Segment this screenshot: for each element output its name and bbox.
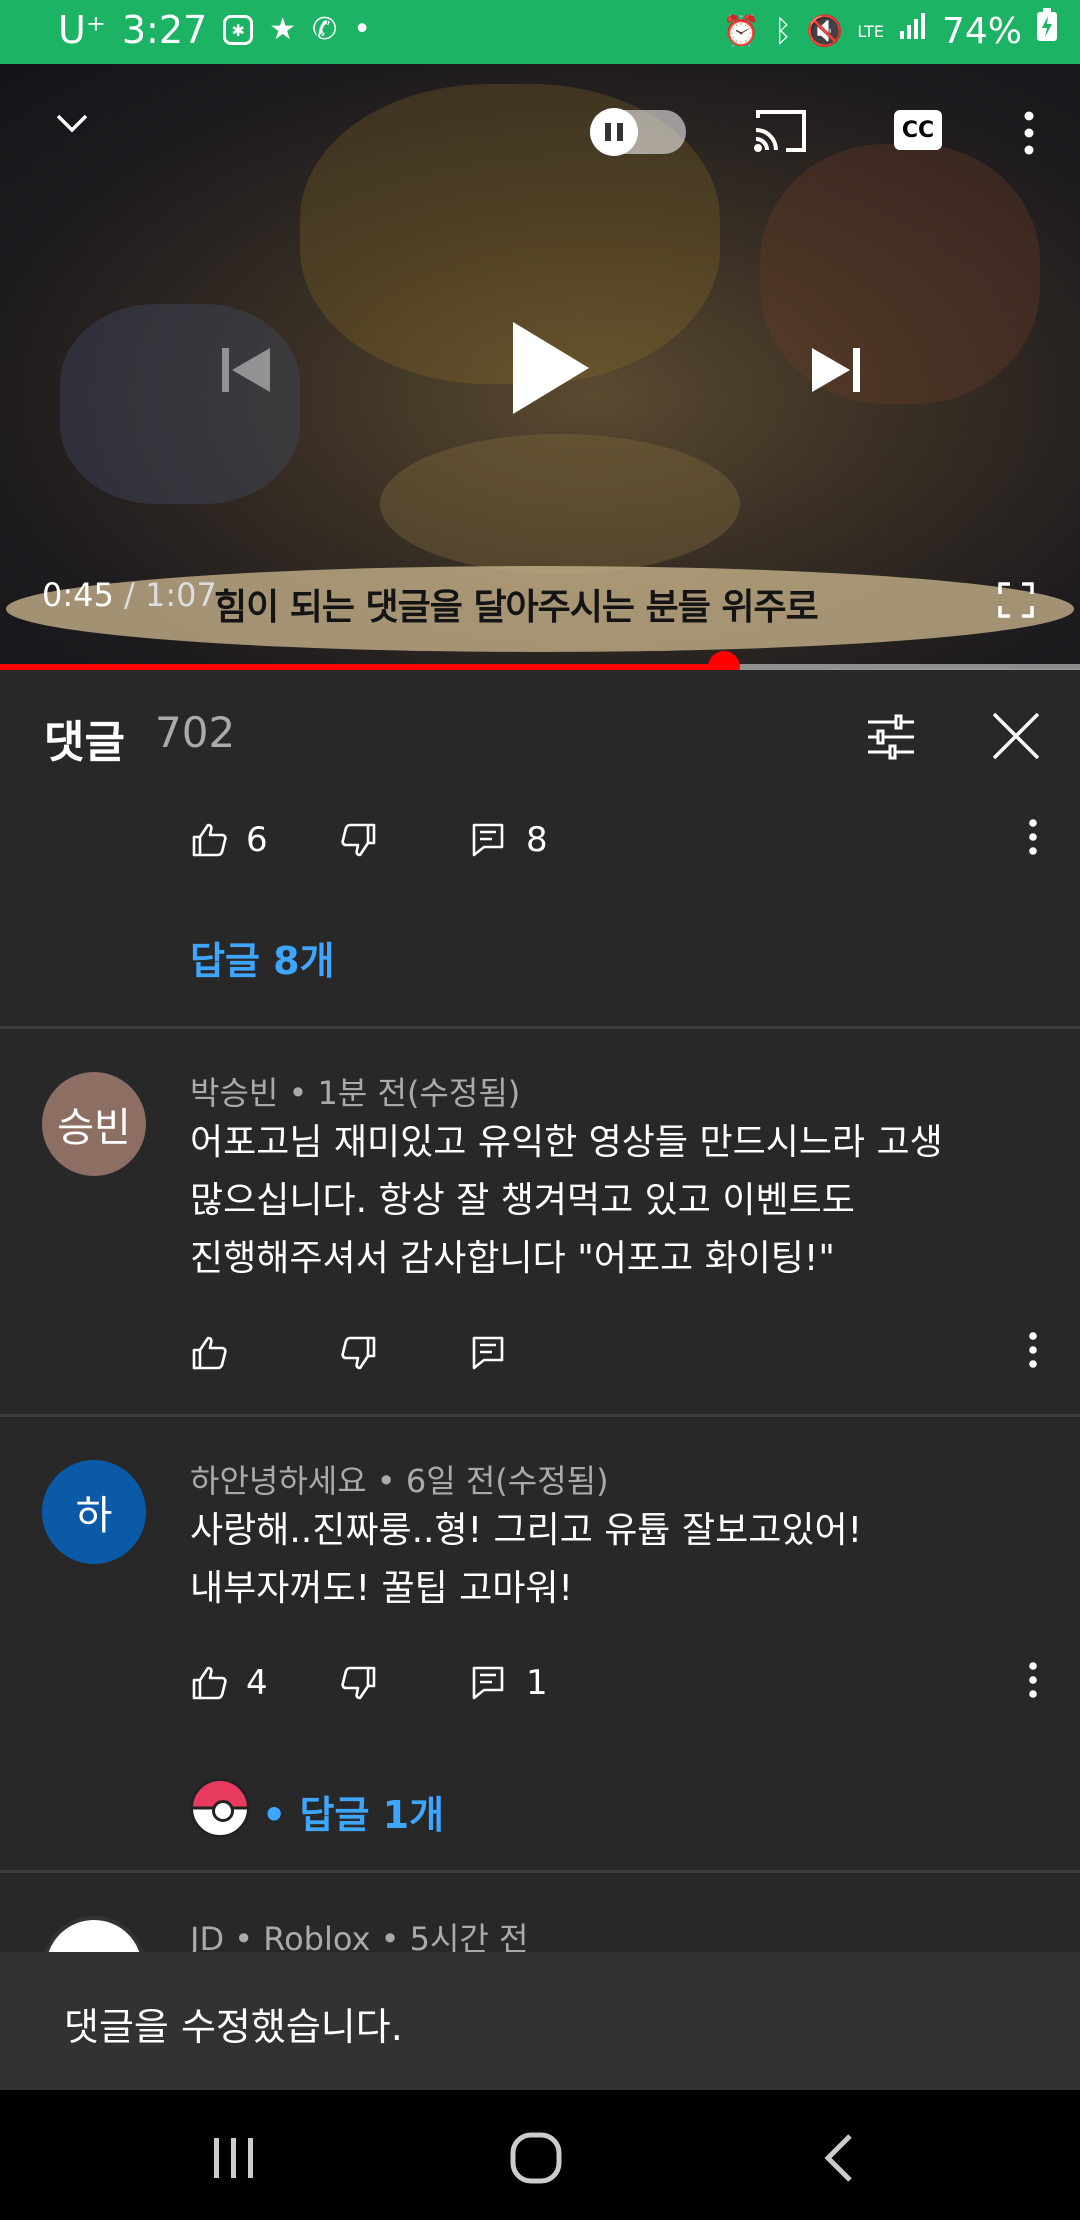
system-navigation-bar bbox=[0, 2090, 1080, 2220]
view-replies-link[interactable]: 답글 8개 bbox=[190, 930, 335, 985]
clock: 3:27 bbox=[121, 8, 208, 52]
time-separator: / bbox=[113, 576, 145, 614]
network-type-label: LTE bbox=[857, 21, 884, 41]
comments-count: 702 bbox=[155, 708, 236, 757]
dot-icon: • bbox=[353, 12, 371, 47]
like-button[interactable]: 4 bbox=[190, 1663, 268, 1703]
back-icon[interactable] bbox=[810, 2130, 870, 2186]
next-video-icon[interactable] bbox=[806, 340, 866, 400]
video-frame-art bbox=[60, 304, 300, 504]
comment-line: 어포고님 재미있고 유익한 영상들 만드시느라 고생 bbox=[190, 1122, 943, 1163]
comment-author-meta: 박승빈 • 1분 전(수정됨) bbox=[190, 1074, 521, 1112]
like-count: 4 bbox=[246, 1663, 268, 1703]
status-left: U⁺ 3:27 ✱ ★ ✆ • bbox=[58, 8, 371, 52]
comment-line: 사랑해..진짜룽..형! 그리고 유튭 잘보고있어! bbox=[190, 1510, 863, 1551]
collapse-chevron-icon[interactable] bbox=[52, 104, 92, 144]
sort-filter-icon[interactable] bbox=[866, 712, 916, 762]
play-icon[interactable] bbox=[505, 318, 595, 418]
recent-apps-icon[interactable] bbox=[204, 2130, 264, 2186]
comments-title: 댓글 bbox=[44, 717, 125, 768]
app-notification-icon: ✱ bbox=[223, 15, 254, 45]
previous-video-icon[interactable] bbox=[216, 340, 276, 400]
comment-more-icon[interactable] bbox=[1018, 1328, 1048, 1372]
comment-more-icon[interactable] bbox=[1018, 1658, 1048, 1702]
phone-call-icon: ✆ bbox=[312, 12, 338, 47]
reply-comment-icon bbox=[472, 1336, 504, 1370]
like-button[interactable]: 6 bbox=[190, 820, 268, 860]
autoplay-toggle[interactable] bbox=[590, 108, 686, 156]
reply-count: 8 bbox=[526, 820, 548, 860]
status-bar: U⁺ 3:27 ✱ ★ ✆ • ⏰ ᛒ 🔇 LTE 74% bbox=[0, 0, 1080, 64]
comment-actions bbox=[190, 1328, 504, 1378]
reply-button[interactable] bbox=[470, 1334, 508, 1372]
star-icon: ★ bbox=[269, 12, 297, 47]
video-frame-art bbox=[760, 144, 1040, 404]
view-replies-link[interactable]: • 답글 1개 bbox=[262, 1784, 444, 1839]
comment-body: 사랑해..진짜룽..형! 그리고 유튭 잘보고있어! 내부자꺼도! 꿀팁 고마워… bbox=[190, 1502, 862, 1618]
comment-divider bbox=[0, 1026, 1080, 1029]
close-icon[interactable] bbox=[990, 710, 1042, 762]
reply-button[interactable]: 8 bbox=[470, 820, 548, 860]
dislike-button[interactable] bbox=[340, 1664, 378, 1702]
reply-comment-icon bbox=[472, 823, 504, 857]
dislike-button[interactable] bbox=[340, 1334, 378, 1372]
pause-icon bbox=[590, 108, 638, 156]
comment-line: 내부자꺼도! 꿀팁 고마워! bbox=[190, 1568, 573, 1609]
thumbs-down-icon bbox=[341, 1666, 376, 1700]
more-options-icon[interactable] bbox=[1014, 108, 1044, 158]
thumbs-down-icon bbox=[341, 1336, 376, 1370]
comment-actions: 6 8 bbox=[190, 815, 548, 865]
battery-percent: 74% bbox=[941, 11, 1022, 52]
comment-actions: 4 1 bbox=[190, 1658, 548, 1708]
avatar[interactable]: 하 bbox=[42, 1460, 146, 1564]
creator-avatar-pokeball-icon bbox=[190, 1778, 250, 1838]
comment-more-icon[interactable] bbox=[1018, 815, 1048, 859]
captions-button[interactable]: CC bbox=[894, 110, 942, 150]
bluetooth-icon: ᛒ bbox=[774, 13, 793, 49]
thumbs-up-icon bbox=[192, 1666, 227, 1700]
comment-body: 어포고님 재미있고 유익한 영상들 만드시느라 고생 많으십니다. 항상 잘 챙… bbox=[190, 1114, 943, 1288]
thumbs-up-icon bbox=[192, 823, 227, 857]
alarm-icon: ⏰ bbox=[722, 13, 761, 49]
signal-icon bbox=[898, 10, 928, 54]
timecode: 0:45 / 1:07 bbox=[42, 576, 217, 614]
comments-header: 댓글 702 bbox=[0, 670, 1080, 800]
video-frame-art bbox=[380, 434, 740, 574]
comment-divider bbox=[0, 1870, 1080, 1873]
comment-divider bbox=[0, 1414, 1080, 1417]
home-icon[interactable] bbox=[506, 2130, 566, 2186]
avatar[interactable]: 승빈 bbox=[42, 1072, 146, 1176]
duration: 1:07 bbox=[144, 576, 217, 614]
comment-author-meta: 하안녕하세요 • 6일 전(수정됨) bbox=[190, 1462, 609, 1500]
snackbar-message: 댓글을 수정했습니다. bbox=[64, 2005, 403, 2049]
reply-button[interactable]: 1 bbox=[470, 1663, 548, 1703]
mute-icon: 🔇 bbox=[806, 13, 844, 49]
dislike-button[interactable] bbox=[340, 821, 378, 859]
current-time: 0:45 bbox=[42, 576, 114, 614]
fullscreen-icon[interactable] bbox=[998, 582, 1034, 618]
reply-count: 1 bbox=[526, 1663, 548, 1703]
battery-charging-icon bbox=[1036, 8, 1058, 55]
like-button[interactable] bbox=[190, 1334, 228, 1372]
comment-line: 많으십니다. 항상 잘 챙겨먹고 있고 이벤트도 bbox=[190, 1180, 855, 1221]
carrier-label: U⁺ bbox=[58, 8, 106, 52]
snackbar: 댓글을 수정했습니다. bbox=[0, 1952, 1080, 2090]
video-subtitle: 힘이 되는 댓글을 달아주시는 분들 위주로 bbox=[214, 587, 819, 628]
status-right: ⏰ ᛒ 🔇 LTE 74% bbox=[723, 8, 1058, 55]
like-count: 6 bbox=[246, 820, 268, 860]
comment-line: 진행해주셔서 감사합니다 "어포고 화이팅!" bbox=[190, 1238, 835, 1279]
thumbs-down-icon bbox=[341, 823, 376, 857]
cast-icon[interactable] bbox=[752, 108, 808, 154]
reply-comment-icon bbox=[472, 1666, 504, 1700]
thumbs-up-icon bbox=[192, 1336, 227, 1370]
